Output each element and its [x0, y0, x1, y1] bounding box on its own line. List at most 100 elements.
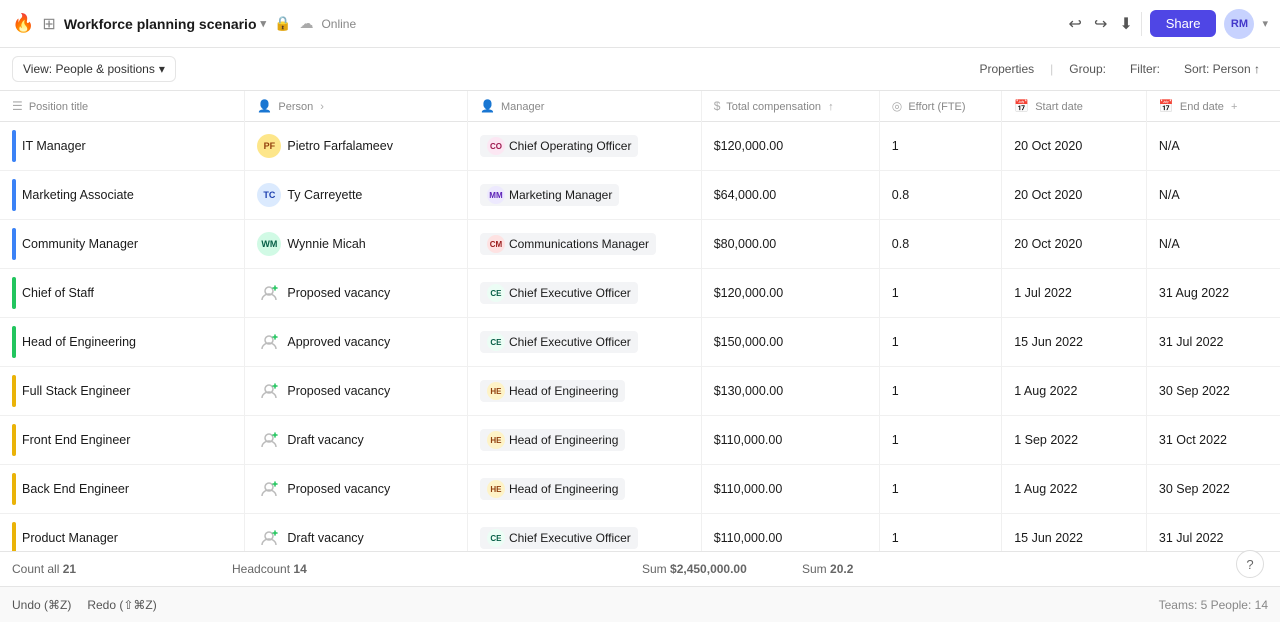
document-title: Workforce planning scenario ▾ — [64, 16, 266, 32]
startdate-cell: 15 Jun 2022 — [1002, 318, 1147, 367]
position-cell[interactable]: Chief of Staff — [0, 269, 245, 318]
table-row[interactable]: Chief of StaffProposed vacancyCEChief Ex… — [0, 269, 1280, 318]
sum-row: Count all 21 Headcount 14 Sum $2,450,000… — [0, 551, 1280, 586]
avatar-chevron-icon[interactable]: ▾ — [1262, 17, 1268, 30]
effort-cell: 1 — [879, 416, 1001, 465]
table-row[interactable]: Community ManagerWMWynnie Micah CMCommuni… — [0, 220, 1280, 269]
position-cell[interactable]: Back End Engineer — [0, 465, 245, 514]
table-row[interactable]: Marketing AssociateTCTy CarreyetteMMMark… — [0, 171, 1280, 220]
enddate-cell: 31 Jul 2022 — [1146, 514, 1280, 552]
share-button[interactable]: Share — [1150, 10, 1217, 37]
position-cell[interactable]: Full Stack Engineer — [0, 367, 245, 416]
position-cell[interactable]: Product Manager — [0, 514, 245, 552]
sum-effort-cell: Sum 20.2 — [790, 562, 900, 576]
manager-avatar: CE — [487, 333, 505, 351]
person-cell[interactable]: Draft vacancy — [245, 514, 468, 552]
manager-cell[interactable]: CEChief Executive Officer — [467, 318, 701, 367]
view-selector[interactable]: View: People & positions ▾ — [12, 56, 176, 82]
redo-button[interactable]: Redo (⇧⌘Z) — [87, 598, 156, 612]
redo-icon[interactable]: ↪ — [1094, 14, 1107, 34]
table-row[interactable]: Product Manager Draft vacancy CEChief Exec… — [0, 514, 1280, 552]
position-cell[interactable]: Head of Engineering — [0, 318, 245, 367]
col-header-manager[interactable]: 👤 Manager — [467, 91, 701, 122]
col-header-person[interactable]: 👤 Person › — [245, 91, 468, 122]
compensation-cell: $110,000.00 — [701, 416, 879, 465]
manager-avatar: CO — [487, 137, 505, 155]
table-row[interactable]: Back End EngineerProposed vacancyHEHead … — [0, 465, 1280, 514]
effort-cell: 1 — [879, 269, 1001, 318]
manager-cell[interactable]: MMMarketing Manager — [467, 171, 701, 220]
row-dot — [12, 424, 16, 456]
enddate-cell: 31 Jul 2022 — [1146, 318, 1280, 367]
manager-cell[interactable]: HEHead of Engineering — [467, 416, 701, 465]
col-header-enddate[interactable]: 📅 End date + — [1146, 91, 1280, 122]
help-button[interactable]: ? — [1236, 550, 1264, 578]
person-cell[interactable]: Draft vacancy — [245, 416, 468, 465]
sort-button[interactable]: Sort: Person ↑ — [1176, 57, 1268, 81]
table-row[interactable]: Front End EngineerDraft vacancy HEHead of… — [0, 416, 1280, 465]
lock-icon[interactable]: 🔒 — [274, 15, 291, 32]
position-cell[interactable]: Front End Engineer — [0, 416, 245, 465]
download-icon[interactable]: ⬇ — [1119, 14, 1132, 34]
compensation-cell: $120,000.00 — [701, 269, 879, 318]
person-name: Pietro Farfalameev — [287, 139, 393, 153]
undo-icon[interactable]: ↩ — [1069, 14, 1082, 34]
manager-cell[interactable]: HEHead of Engineering — [467, 367, 701, 416]
cloud-icon: ☁ — [299, 15, 313, 32]
person-cell[interactable]: Proposed vacancy — [245, 269, 468, 318]
person-cell[interactable]: PFPietro Farfalameev — [245, 122, 468, 171]
manager-tag: CMCommunications Manager — [480, 233, 656, 255]
vacancy-label: Approved vacancy — [287, 335, 390, 349]
col-header-position[interactable]: ☰ Position title — [0, 91, 245, 122]
compensation-sort-icon[interactable]: ↑ — [828, 101, 834, 113]
col-header-effort[interactable]: ◎ Effort (FTE) — [879, 91, 1001, 122]
position-cell[interactable]: IT Manager — [0, 122, 245, 171]
enddate-cell: 30 Sep 2022 — [1146, 367, 1280, 416]
enddate-cell: N/A — [1146, 220, 1280, 269]
person-cell[interactable]: TCTy Carreyette — [245, 171, 468, 220]
manager-name: Marketing Manager — [509, 188, 612, 202]
group-button[interactable]: Group: — [1061, 57, 1114, 81]
properties-button[interactable]: Properties — [971, 57, 1042, 81]
table-row[interactable]: IT ManagerPFPietro FarfalameevCOChief Op… — [0, 122, 1280, 171]
manager-tag: HEHead of Engineering — [480, 429, 625, 451]
online-status: Online — [321, 17, 356, 31]
grid-icon[interactable]: ⊞ — [42, 14, 55, 34]
startdate-cell: 20 Oct 2020 — [1002, 122, 1147, 171]
manager-cell[interactable]: CMCommunications Manager — [467, 220, 701, 269]
manager-cell[interactable]: HEHead of Engineering — [467, 465, 701, 514]
compensation-cell: $80,000.00 — [701, 220, 879, 269]
position-cell[interactable]: Community Manager — [0, 220, 245, 269]
filter-button[interactable]: Filter: — [1122, 57, 1168, 81]
person-col-expand-icon[interactable]: › — [320, 101, 324, 113]
person-cell[interactable]: Proposed vacancy — [245, 465, 468, 514]
startdate-cell: 15 Jun 2022 — [1002, 514, 1147, 552]
startdate-cell: 1 Aug 2022 — [1002, 367, 1147, 416]
table-body: IT ManagerPFPietro FarfalameevCOChief Op… — [0, 122, 1280, 552]
row-dot — [12, 326, 16, 358]
position-cell[interactable]: Marketing Associate — [0, 171, 245, 220]
user-avatar[interactable]: RM — [1224, 9, 1254, 39]
person-cell[interactable]: Proposed vacancy — [245, 367, 468, 416]
manager-cell[interactable]: CEChief Executive Officer — [467, 514, 701, 552]
person-cell[interactable]: WMWynnie Micah — [245, 220, 468, 269]
title-chevron-icon[interactable]: ▾ — [261, 17, 267, 30]
manager-name: Head of Engineering — [509, 433, 618, 447]
person-cell[interactable]: Approved vacancy — [245, 318, 468, 367]
vacancy-label: Draft vacancy — [287, 531, 363, 545]
manager-cell[interactable]: COChief Operating Officer — [467, 122, 701, 171]
add-col-icon[interactable]: + — [1231, 101, 1237, 113]
table-row[interactable]: Head of Engineering Approved vacancy CEChi… — [0, 318, 1280, 367]
compensation-cell: $120,000.00 — [701, 122, 879, 171]
row-dot — [12, 473, 16, 505]
manager-cell[interactable]: CEChief Executive Officer — [467, 269, 701, 318]
manager-tag: CEChief Executive Officer — [480, 527, 638, 549]
table-row[interactable]: Full Stack EngineerProposed vacancyHEHea… — [0, 367, 1280, 416]
enddate-cell: N/A — [1146, 171, 1280, 220]
col-header-startdate[interactable]: 📅 Start date — [1002, 91, 1147, 122]
enddate-col-icon: 📅 — [1159, 99, 1174, 113]
col-header-compensation[interactable]: $ Total compensation ↑ — [701, 91, 879, 122]
effort-cell: 1 — [879, 465, 1001, 514]
undo-button[interactable]: Undo (⌘Z) — [12, 598, 71, 612]
manager-avatar: HE — [487, 480, 505, 498]
